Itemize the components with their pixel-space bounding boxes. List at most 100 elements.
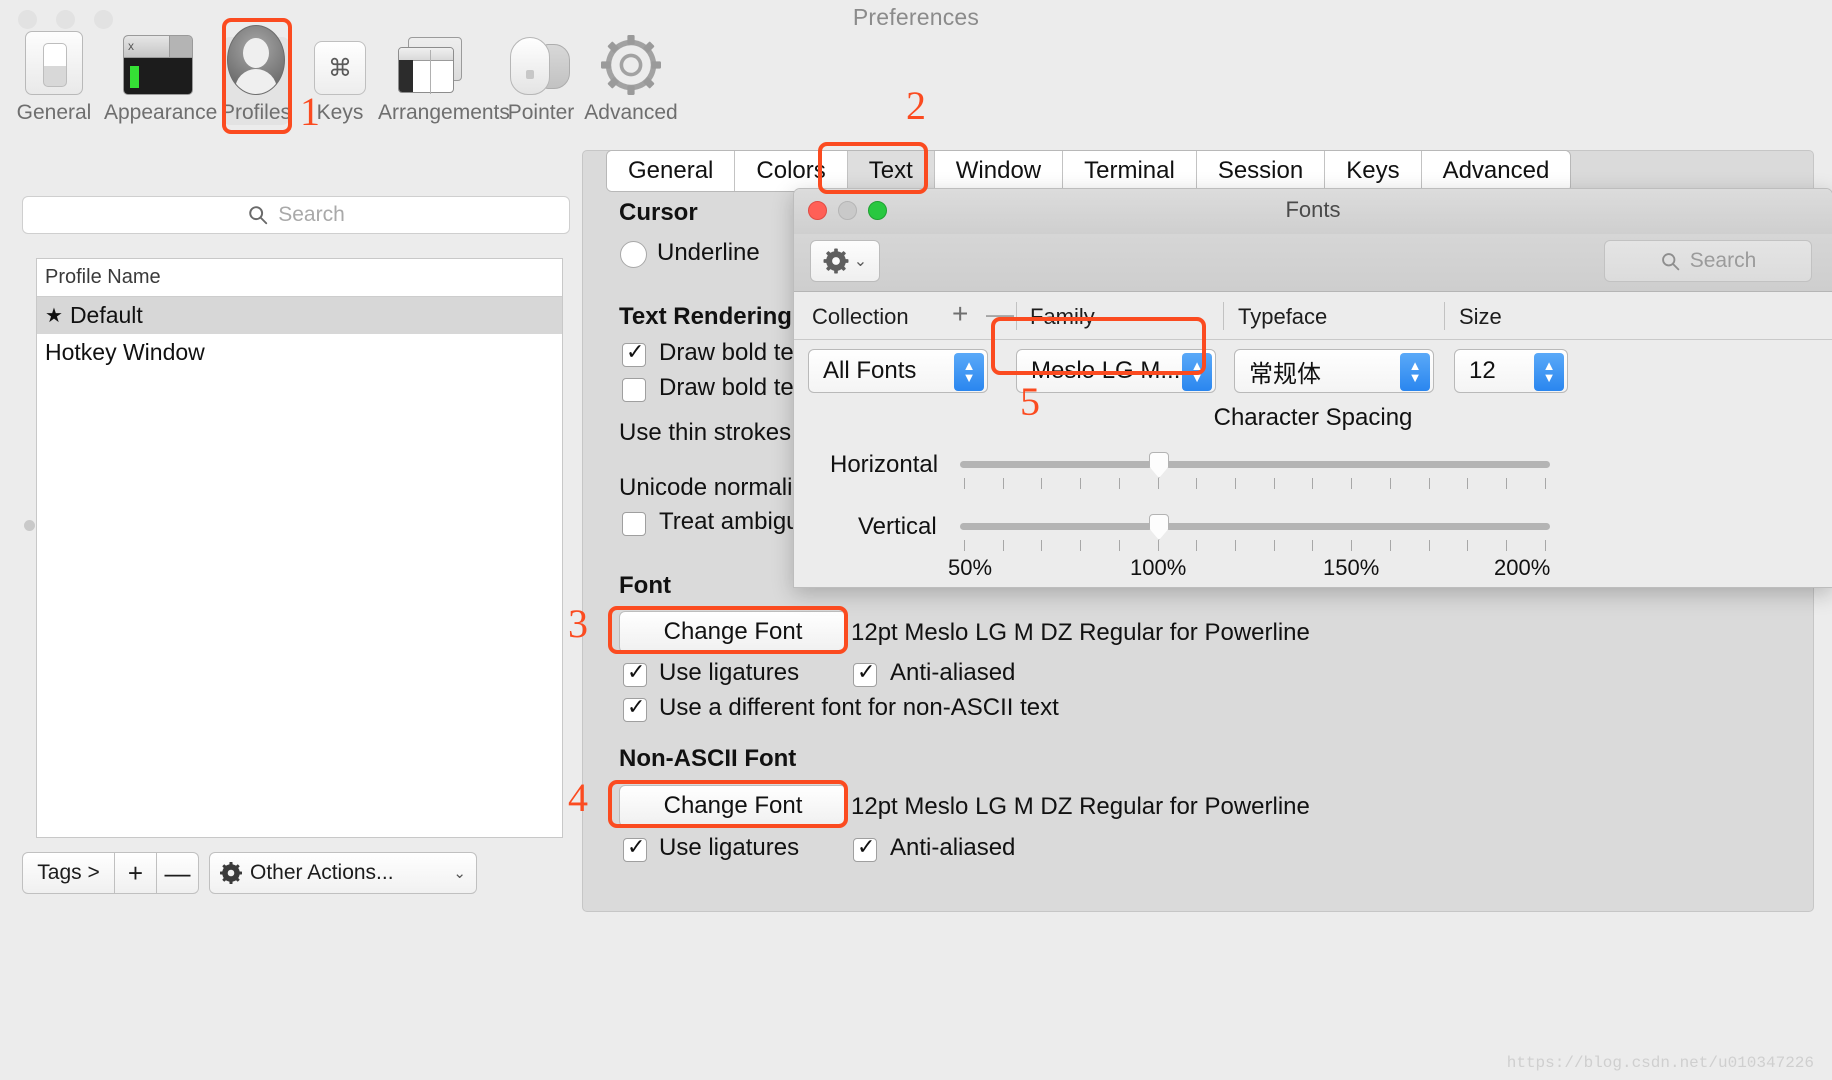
toolbar-item-advanced[interactable]: Advanced [577, 33, 685, 125]
non-ascii-use-ligatures-checkbox[interactable] [623, 834, 647, 862]
family-select-value: Meslo LG M... [1031, 357, 1181, 384]
add-profile-button[interactable]: + [115, 852, 157, 894]
chevron-down-icon: ⌄ [453, 865, 466, 882]
non-ascii-use-ligatures-label: Use ligatures [659, 834, 800, 861]
profile-row-name: Hotkey Window [45, 339, 205, 365]
toolbar-item-general[interactable]: General [0, 31, 108, 125]
family-stepper[interactable]: ▲ ▼ [1182, 353, 1212, 391]
profile-search-input[interactable]: Search [22, 196, 570, 234]
toolbar-label-general: General [16, 101, 92, 124]
horizontal-slider-ticks [964, 478, 1546, 489]
profile-table: Profile Name ★ Default Hotkey Window [36, 258, 563, 838]
scale-label-100: 100% [1130, 555, 1187, 580]
other-actions-dropdown[interactable]: Other Actions... ⌄ [209, 852, 477, 894]
size-input[interactable]: 12 ▲ ▼ [1454, 349, 1568, 393]
thin-strokes-label: Use thin strokes [619, 419, 792, 446]
non-ascii-font-section-title: Non-ASCII Font [619, 745, 797, 772]
vertical-spacing-knob[interactable] [1149, 514, 1169, 540]
treat-ambiguous-checkbox[interactable] [622, 512, 646, 536]
family-select[interactable]: Meslo LG M... ▲ ▼ [1016, 349, 1216, 393]
size-stepper[interactable]: ▲ ▼ [1534, 353, 1564, 391]
scale-label-150: 150% [1323, 555, 1380, 580]
toolbar-label-appearance: Appearance [104, 101, 218, 124]
annotation-number-5: 5 [1020, 379, 1040, 424]
horizontal-spacing-slider[interactable] [960, 461, 1550, 468]
typeface-select-value: 常规体 [1249, 360, 1321, 388]
table-row[interactable]: ★ Default [37, 297, 562, 334]
text-rendering-section-title: Text Rendering [619, 303, 792, 330]
fonts-panel-title: Fonts [1285, 197, 1341, 222]
vertical-spacing-slider[interactable] [960, 523, 1550, 530]
toolbar-label-advanced: Advanced [584, 101, 678, 124]
typeface-select[interactable]: 常规体 ▲ ▼ [1234, 349, 1434, 393]
draw-bold-text-checkbox-1[interactable] [622, 339, 646, 367]
add-collection-button[interactable]: + [952, 300, 968, 328]
fonts-column-headers: Collection + — Family Typeface Size [794, 292, 1832, 340]
remove-profile-button[interactable]: — [157, 852, 199, 894]
font-description: 12pt Meslo LG M DZ Regular for Powerline [851, 619, 1310, 646]
tab-keys[interactable]: Keys [1325, 151, 1422, 191]
treat-ambiguous-label: Treat ambiguo [659, 508, 813, 535]
tags-button[interactable]: Tags > [22, 852, 115, 894]
horizontal-spacing-knob[interactable] [1149, 452, 1169, 478]
tab-text[interactable]: Text [847, 151, 935, 191]
character-spacing-title: Character Spacing [1213, 404, 1413, 431]
general-switch-icon [0, 31, 108, 95]
horizontal-spacing-label: Horizontal [830, 451, 939, 478]
collection-select[interactable]: All Fonts ▲ ▼ [808, 349, 988, 393]
collection-stepper[interactable]: ▲ ▼ [954, 353, 984, 391]
default-profile-star-icon: ★ [45, 305, 63, 327]
tab-session[interactable]: Session [1196, 151, 1326, 191]
fonts-search-input[interactable]: Search [1604, 240, 1812, 282]
column-header-family[interactable]: Family [1030, 304, 1095, 330]
tab-window[interactable]: Window [934, 151, 1064, 191]
annotation-number-2: 2 [906, 83, 926, 128]
toolbar-item-arrangements[interactable]: Arrangements [378, 33, 510, 125]
collection-select-value: All Fonts [823, 357, 917, 384]
scale-label-200: 200% [1494, 555, 1551, 580]
use-ligatures-label: Use ligatures [659, 659, 800, 686]
gear-icon [577, 33, 685, 95]
toolbar-label-arrangements: Arrangements [378, 101, 510, 124]
window-title: Preferences [852, 4, 980, 30]
column-header-size[interactable]: Size [1459, 304, 1502, 330]
column-header-collection[interactable]: Collection [812, 304, 909, 330]
table-row[interactable]: Hotkey Window [37, 334, 562, 371]
typeface-stepper[interactable]: ▲ ▼ [1400, 353, 1430, 391]
fonts-selection-controls: All Fonts ▲ ▼ Meslo LG M... ▲ ▼ 常规体 ▲ ▼ 12 … [794, 340, 1832, 402]
fonts-panel: Fonts ⌄ Search Collection + — Family Typ… [793, 188, 1832, 588]
font-section-title: Font [619, 572, 671, 599]
profile-table-column-header[interactable]: Profile Name [37, 259, 562, 297]
tab-colors[interactable]: Colors [735, 151, 848, 191]
remove-collection-button[interactable]: — [986, 300, 1014, 328]
gear-icon [823, 248, 849, 274]
draw-bold-text-checkbox-2[interactable] [622, 378, 646, 402]
anti-aliased-checkbox[interactable] [853, 659, 877, 687]
draw-bold-text-label-2: Draw bold tex [659, 374, 806, 401]
watermark-text: https://blog.csdn.net/u010347226 [1506, 1054, 1814, 1072]
use-ligatures-checkbox[interactable] [623, 659, 647, 687]
tab-terminal[interactable]: Terminal [1063, 151, 1197, 191]
vertical-slider-ticks [964, 540, 1546, 551]
change-non-ascii-font-button[interactable]: Change Font [619, 785, 847, 827]
draw-bold-text-label-1: Draw bold tex [659, 339, 806, 366]
annotation-number-1: 1 [300, 89, 320, 134]
pane-splitter-handle[interactable] [24, 520, 35, 531]
tab-general[interactable]: General [607, 151, 736, 191]
settings-tabbar: General Colors Text Window Terminal Sess… [606, 150, 1572, 192]
toolbar-item-appearance[interactable]: x Appearance [104, 33, 218, 125]
cursor-section-title: Cursor [619, 199, 698, 226]
fonts-action-menu-button[interactable]: ⌄ [810, 240, 880, 282]
fonts-panel-toolbar: ⌄ Search [794, 234, 1832, 292]
column-header-typeface[interactable]: Typeface [1238, 304, 1327, 330]
tab-advanced[interactable]: Advanced [1421, 151, 1571, 191]
change-font-button[interactable]: Change Font [619, 611, 847, 653]
non-ascii-anti-aliased-checkbox[interactable] [853, 834, 877, 862]
annotation-number-3: 3 [568, 601, 588, 646]
annotation-number-4: 4 [568, 775, 588, 820]
cursor-underline-radio[interactable] [620, 241, 647, 268]
non-ascii-font-description: 12pt Meslo LG M DZ Regular for Powerline [851, 793, 1310, 820]
different-font-checkbox[interactable] [623, 694, 647, 722]
profile-actions-bar: Tags > + — Other Actions... ⌄ [22, 852, 482, 894]
search-icon [249, 206, 268, 225]
